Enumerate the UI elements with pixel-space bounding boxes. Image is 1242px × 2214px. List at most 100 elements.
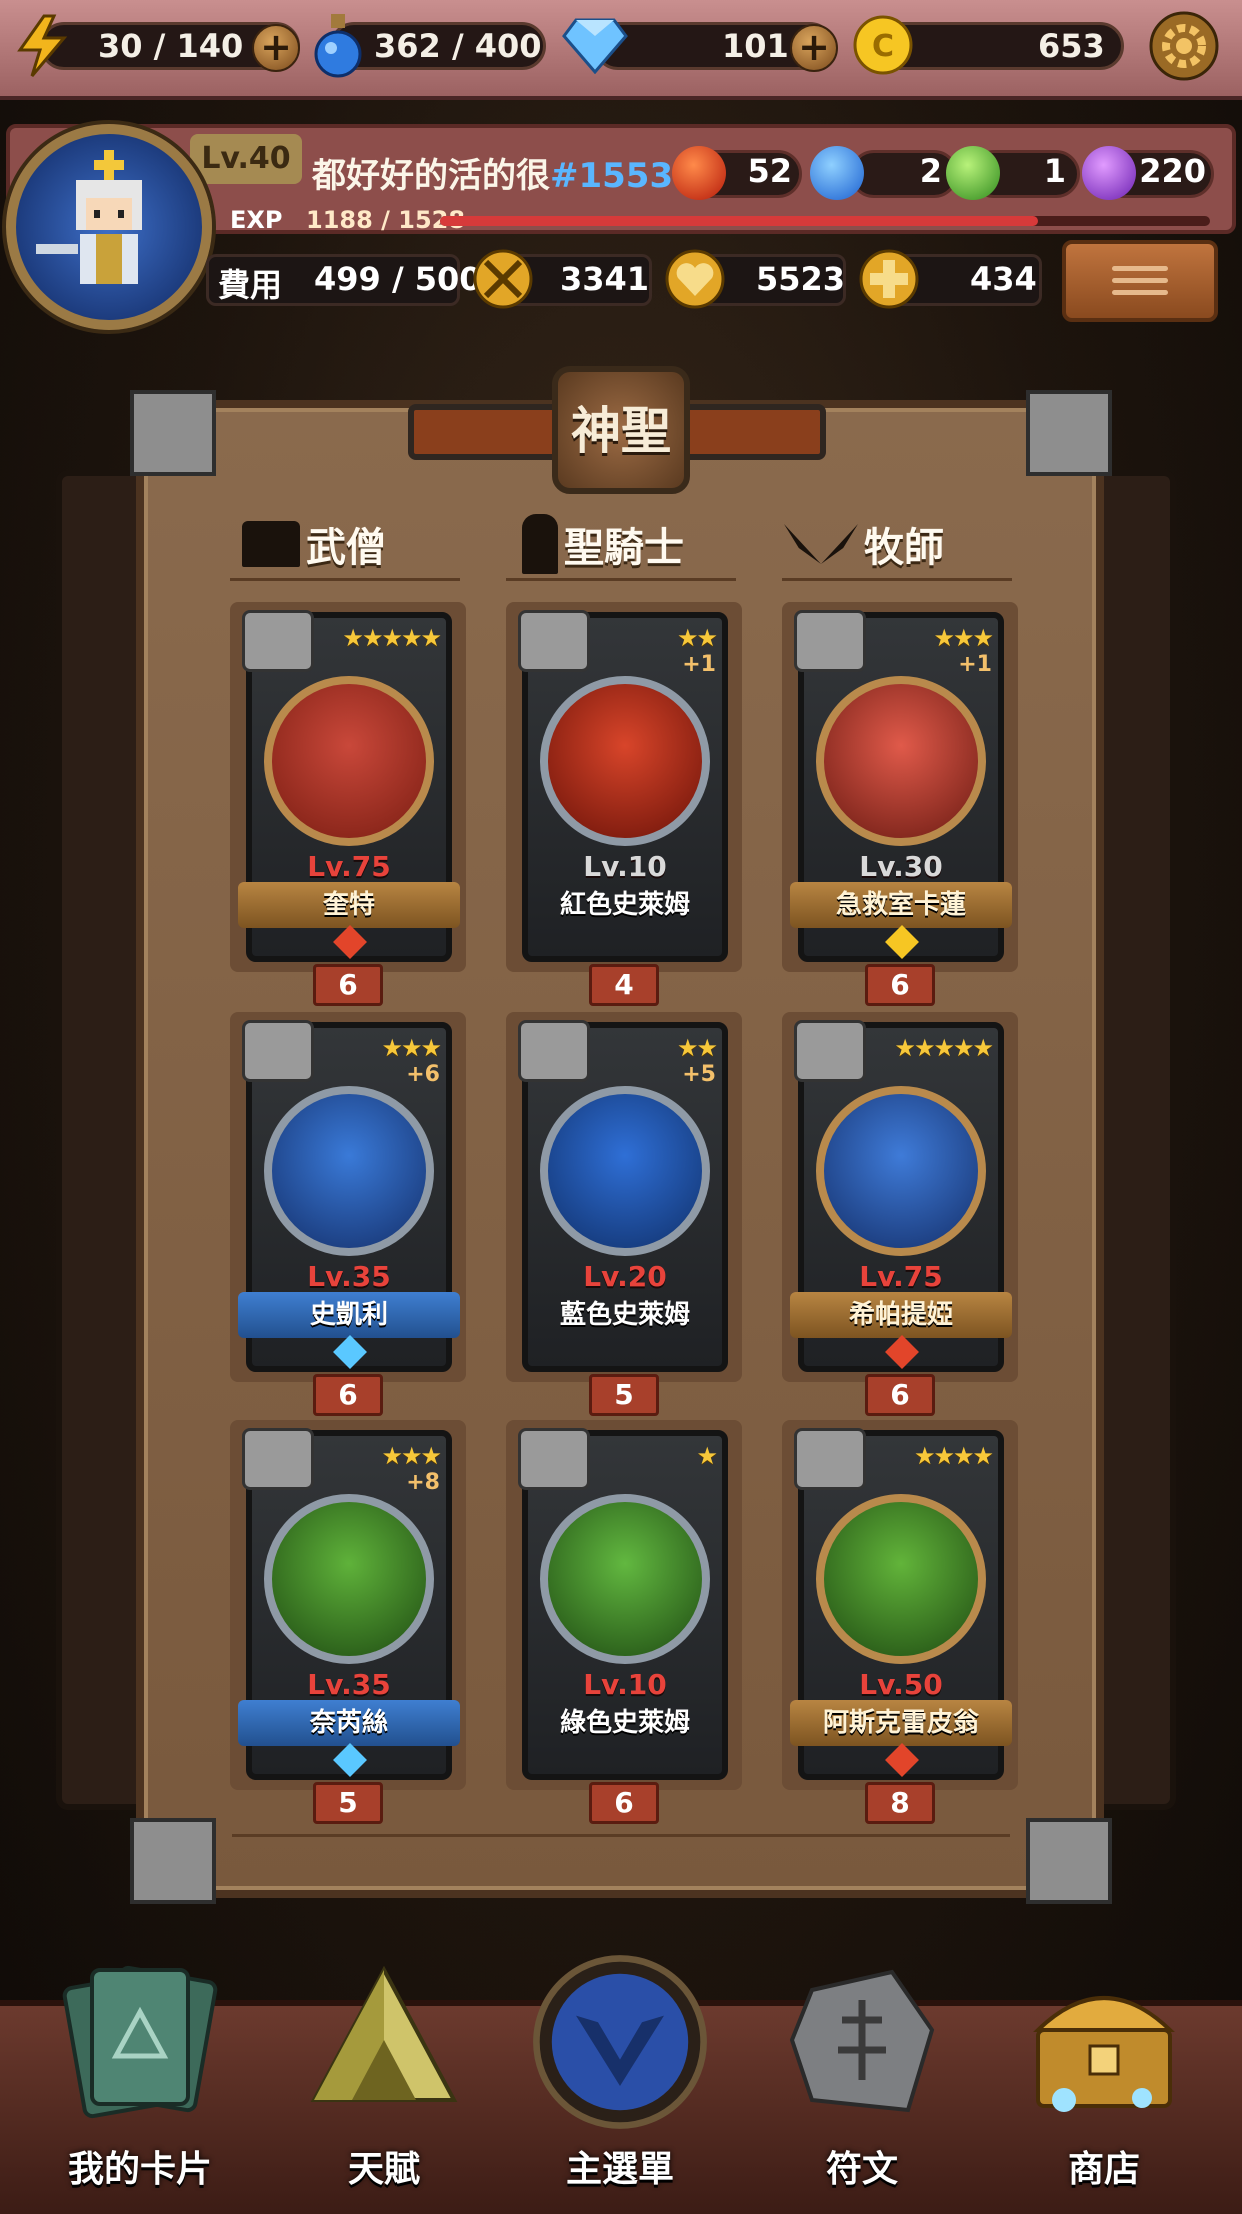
hero-level: Lv.75 [307, 850, 391, 883]
hero-card[interactable]: ★★ +5 Lv.20 藍色史萊姆 [518, 1020, 728, 1372]
hero-card[interactable]: ★★★ +8 Lv.35 奈芮絲 [238, 1428, 460, 1780]
card-cost-badge: 6 [589, 1782, 659, 1824]
card-cost-badge: 8 [865, 1782, 935, 1824]
book-icon [242, 1428, 314, 1490]
hero-portrait [816, 676, 986, 846]
nav-shop[interactable]: 商店 [994, 1960, 1214, 2200]
star-rating: ★ [696, 1442, 717, 1470]
hp-value: 5523 [756, 260, 846, 298]
hero-level: Lv.10 [583, 1668, 667, 1701]
book-icon [242, 521, 300, 567]
purple-orb-value: 220 [1139, 152, 1206, 190]
board-corner [130, 1818, 216, 1904]
nav-my-cards[interactable]: 我的卡片 [30, 1960, 250, 2200]
star-rating: ★★★★ [913, 1442, 994, 1470]
enhance-level: +6 [406, 1062, 440, 1087]
nav-label: 我的卡片 [67, 2149, 212, 2190]
card-deck-icon [62, 1965, 218, 2119]
add-energy-button[interactable]: + [252, 24, 300, 72]
card-cost-badge: 6 [313, 1374, 383, 1416]
hero-portrait [264, 1086, 434, 1256]
cost-label: 費用 [218, 266, 283, 304]
nav-runes[interactable]: 符文 [752, 1960, 972, 2200]
potion-value: 362 / 400 [374, 27, 542, 65]
hero-name: 藍色史萊姆 [559, 1300, 690, 1330]
nav-main-menu[interactable]: 主選單 [510, 1955, 730, 2200]
rarity-gem-icon [885, 1743, 919, 1777]
player-level-badge: Lv.40 [190, 134, 302, 184]
main-menu-emblem-icon [533, 1955, 707, 2129]
nav-label: 符文 [825, 2149, 898, 2190]
hero-card[interactable]: ★ Lv.10 綠色史萊姆 [518, 1428, 728, 1780]
svg-text:C: C [872, 29, 894, 64]
rarity-gem-icon [885, 1335, 919, 1369]
potion-icon [312, 10, 364, 80]
hero-card[interactable]: ★★★ +1 Lv.30 急救室卡蓮 [790, 610, 1012, 962]
hero-level: Lv.75 [859, 1260, 943, 1293]
hero-name: 綠色史萊姆 [559, 1708, 690, 1738]
heal-value: 434 [970, 260, 1037, 298]
hero-card[interactable]: ★★★★★ Lv.75 奎特 [238, 610, 460, 962]
hero-level: Lv.50 [859, 1668, 943, 1701]
hero-portrait [540, 1494, 710, 1664]
hero-portrait [540, 676, 710, 846]
hero-card[interactable]: ★★★ +6 Lv.35 史凱利 [238, 1020, 460, 1372]
board-corner [1026, 1818, 1112, 1904]
card-cost-badge: 5 [589, 1374, 659, 1416]
hero-card[interactable]: ★★★★★ Lv.75 希帕提婭 [790, 1020, 1012, 1372]
column-label: 武僧 [306, 525, 386, 571]
nav-talent[interactable]: 天賦 [274, 1960, 494, 2200]
player-avatar[interactable] [6, 124, 212, 330]
hamburger-menu-button[interactable] [1062, 240, 1218, 322]
player-tag: #1553 [550, 156, 674, 196]
red-orb-value: 52 [747, 152, 792, 190]
green-orb-value: 1 [1043, 152, 1066, 190]
add-diamond-button[interactable]: + [790, 24, 838, 72]
menu-line-icon [1112, 278, 1168, 283]
gold-coin-icon: C [852, 14, 914, 76]
nav-label: 天賦 [347, 2149, 420, 2190]
talent-pyramid-icon [310, 1965, 458, 2102]
menu-line-icon [1112, 266, 1168, 271]
star-rating: ★★★ [381, 1442, 442, 1470]
card-cost-badge: 6 [865, 964, 935, 1006]
hero-card[interactable]: ★★★★ Lv.50 阿斯克雷皮翁 [790, 1428, 1012, 1780]
hero-card[interactable]: ★★ +1 Lv.10 紅色史萊姆 [518, 610, 728, 962]
hero-name: 紅色史萊姆 [559, 890, 690, 920]
exp-label: EXP [230, 206, 283, 234]
column-divider [506, 578, 736, 581]
lightning-icon [14, 14, 70, 78]
enhance-level: +8 [406, 1470, 440, 1495]
wings-icon [794, 1428, 866, 1490]
player-name: 都好好的活的很#1553 [312, 148, 673, 197]
column-header-monk: 武僧 [242, 514, 386, 574]
nav-label: 主選單 [565, 2149, 674, 2190]
card-cost-badge: 6 [865, 1374, 935, 1416]
nav-label: 商店 [1067, 2149, 1140, 2190]
rarity-gem-icon [333, 1335, 367, 1369]
star-rating: ★★ [676, 1034, 718, 1062]
hero-level: Lv.20 [583, 1260, 667, 1293]
attack-swords-icon [472, 248, 534, 310]
hero-name: 奈芮絲 [238, 1700, 460, 1746]
hero-portrait [264, 1494, 434, 1664]
gold-value: 653 [1038, 27, 1105, 65]
enhance-level: +5 [682, 1062, 716, 1087]
star-rating: ★★ [676, 624, 718, 652]
player-name-text: 都好好的活的很 [312, 156, 550, 196]
exp-bar-fill [440, 216, 1038, 226]
element-title: 神聖 [552, 366, 690, 494]
enhance-level: +1 [682, 652, 716, 677]
hero-level: Lv.10 [583, 850, 667, 883]
diamond-value: 101 [722, 27, 789, 65]
book-icon [242, 610, 314, 672]
column-divider [782, 578, 1012, 581]
rune-stone-icon [789, 1969, 935, 2113]
diamond-icon [562, 16, 628, 74]
hero-name: 奎特 [238, 882, 460, 928]
rarity-gem-icon [333, 1743, 367, 1777]
hero-level: Lv.35 [307, 1668, 391, 1701]
heal-plus-icon [858, 248, 920, 310]
settings-gear-icon[interactable] [1148, 10, 1220, 82]
board-divider [232, 1834, 1010, 1837]
